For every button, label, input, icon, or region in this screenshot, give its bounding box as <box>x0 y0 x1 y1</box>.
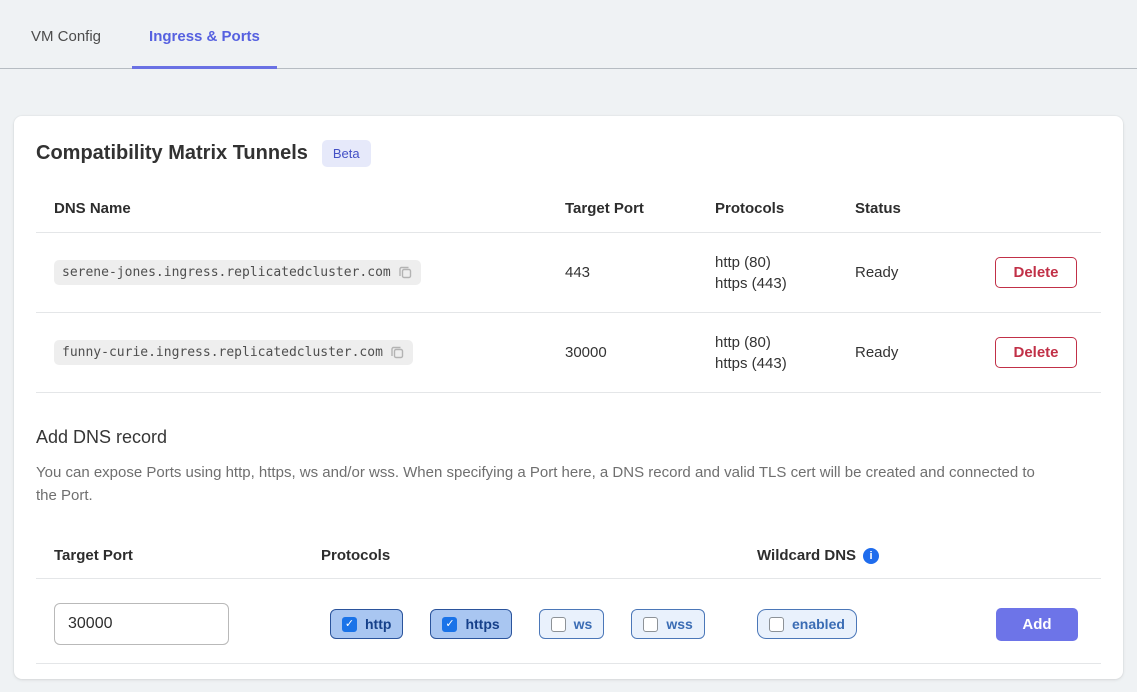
tunnels-table: DNS Name Target Port Protocols Status se… <box>36 185 1101 393</box>
protocol-line: http (80) <box>715 332 855 353</box>
checkbox-icon <box>551 617 566 632</box>
add-button[interactable]: Add <box>996 608 1078 641</box>
col-header-protocols: Protocols <box>715 200 855 217</box>
add-dns-record-description: You can expose Ports using http, https, … <box>36 461 1041 507</box>
table-row: funny-curie.ingress.replicatedcluster.co… <box>36 313 1101 393</box>
protocol-checkbox-https[interactable]: https <box>430 609 511 639</box>
protocol-checkbox-group: http https ws wss <box>330 609 757 639</box>
target-port-cell: 443 <box>565 264 715 281</box>
dns-cell: funny-curie.ingress.replicatedcluster.co… <box>36 340 565 365</box>
page-title: Compatibility Matrix Tunnels <box>36 142 308 165</box>
dns-name-pill: funny-curie.ingress.replicatedcluster.co… <box>54 340 413 365</box>
checkbox-icon <box>342 617 357 632</box>
form-label-wildcard-dns: Wildcard DNS i <box>757 547 996 564</box>
col-header-status: Status <box>855 200 995 217</box>
form-label-protocols: Protocols <box>321 547 757 564</box>
add-dns-form-row: http https ws wss enabled Add <box>36 603 1101 645</box>
form-label-target-port: Target Port <box>36 547 321 564</box>
actions-cell: Delete <box>995 257 1101 288</box>
dns-name-pill: serene-jones.ingress.replicatedcluster.c… <box>54 260 421 285</box>
wildcard-dns-label-text: Wildcard DNS <box>757 547 856 564</box>
protocol-checkbox-wss[interactable]: wss <box>631 609 704 639</box>
add-dns-record-title: Add DNS record <box>36 427 1101 448</box>
protocol-line: http (80) <box>715 252 855 273</box>
protocol-checkbox-ws[interactable]: ws <box>539 609 605 639</box>
table-row: serene-jones.ingress.replicatedcluster.c… <box>36 233 1101 313</box>
wildcard-enabled-checkbox[interactable]: enabled <box>757 609 857 639</box>
info-icon[interactable]: i <box>863 548 879 564</box>
status-cell: Ready <box>855 344 995 361</box>
protocol-chip-label: ws <box>574 616 593 632</box>
checkbox-icon <box>769 617 784 632</box>
tunnels-card: Compatibility Matrix Tunnels Beta DNS Na… <box>14 116 1123 679</box>
copy-icon[interactable] <box>398 265 413 280</box>
dns-name-text: serene-jones.ingress.replicatedcluster.c… <box>62 265 391 280</box>
dns-cell: serene-jones.ingress.replicatedcluster.c… <box>36 260 565 285</box>
protocol-chip-label: http <box>365 616 391 632</box>
col-header-target-port: Target Port <box>565 200 715 217</box>
protocols-cell: http (80) https (443) <box>715 332 855 374</box>
col-header-dns-name: DNS Name <box>36 200 565 217</box>
target-port-input[interactable] <box>54 603 229 645</box>
dns-name-text: funny-curie.ingress.replicatedcluster.co… <box>62 345 383 360</box>
wildcard-chip-label: enabled <box>792 616 845 632</box>
delete-button[interactable]: Delete <box>995 257 1077 288</box>
protocol-line: https (443) <box>715 353 855 374</box>
protocol-chip-label: wss <box>666 616 692 632</box>
checkbox-icon <box>643 617 658 632</box>
delete-button[interactable]: Delete <box>995 337 1077 368</box>
tab-vm-config[interactable]: VM Config <box>14 28 118 69</box>
tab-bar: VM Config Ingress & Ports <box>0 0 1137 69</box>
protocol-line: https (443) <box>715 273 855 294</box>
target-port-cell: 30000 <box>565 344 715 361</box>
form-labels-row: Target Port Protocols Wildcard DNS i <box>36 533 1101 579</box>
card-header: Compatibility Matrix Tunnels Beta <box>36 140 1101 167</box>
actions-cell: Delete <box>995 337 1101 368</box>
protocol-chip-label: https <box>465 616 499 632</box>
bottom-divider <box>36 663 1101 664</box>
status-cell: Ready <box>855 264 995 281</box>
protocols-cell: http (80) https (443) <box>715 252 855 294</box>
tab-ingress-ports[interactable]: Ingress & Ports <box>132 28 277 69</box>
beta-badge: Beta <box>322 140 371 167</box>
protocol-checkbox-http[interactable]: http <box>330 609 403 639</box>
copy-icon[interactable] <box>390 345 405 360</box>
checkbox-icon <box>442 617 457 632</box>
table-header-row: DNS Name Target Port Protocols Status <box>36 185 1101 233</box>
